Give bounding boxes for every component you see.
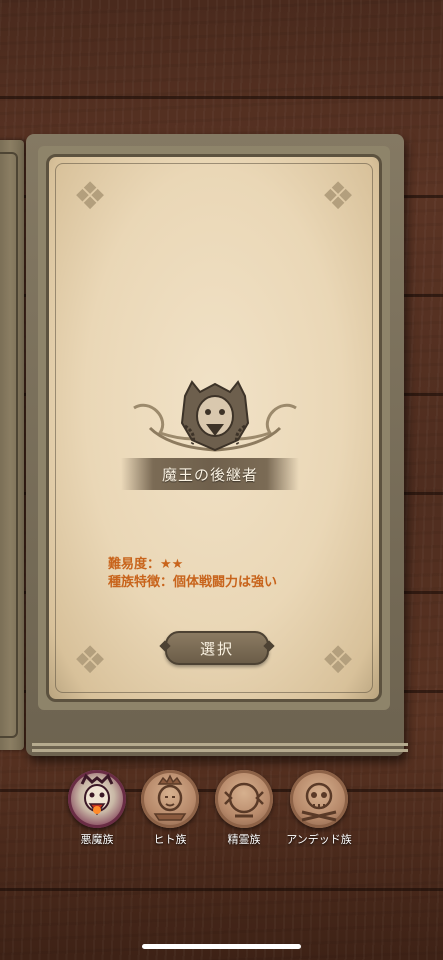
select-button[interactable]: 選択 xyxy=(165,631,269,665)
home-indicator[interactable] xyxy=(142,944,301,949)
difficulty-text: 難易度：★★ xyxy=(108,557,184,572)
race-label: ヒト族 xyxy=(153,833,187,846)
select-button-label: 選択 xyxy=(199,639,234,658)
race-trait-text: 種族特徴：個体戦闘力は強い xyxy=(108,575,278,590)
corner-ornament-icon: ❖ xyxy=(320,174,356,218)
corner-ornament-icon: ❖ xyxy=(320,638,356,682)
previous-page[interactable] xyxy=(0,140,24,750)
race-tab-demon[interactable]: 悪魔族 xyxy=(62,770,132,847)
race-tab-undead[interactable]: アンデッド族 xyxy=(284,770,354,847)
corner-ornament-icon: ❖ xyxy=(72,638,108,682)
demon-icon xyxy=(68,770,126,828)
human-icon xyxy=(141,770,199,828)
corner-ornament-icon: ❖ xyxy=(72,174,108,218)
race-label: アンデッド族 xyxy=(286,833,352,846)
character-emblem xyxy=(130,378,300,462)
demon-lord-emblem-icon xyxy=(133,380,297,452)
race-label: 悪魔族 xyxy=(80,833,114,846)
spirit-icon xyxy=(215,770,273,828)
character-title-banner: 魔王の後継者 xyxy=(121,458,299,490)
character-title: 魔王の後継者 xyxy=(161,465,258,484)
race-label: 精霊族 xyxy=(227,833,261,846)
race-tab-spirit[interactable]: 精霊族 xyxy=(209,770,279,847)
undead-icon xyxy=(290,770,348,828)
race-tab-human[interactable]: ヒト族 xyxy=(135,770,205,847)
character-info: 難易度：★★ 種族特徴：個体戦闘力は強い xyxy=(108,556,277,592)
